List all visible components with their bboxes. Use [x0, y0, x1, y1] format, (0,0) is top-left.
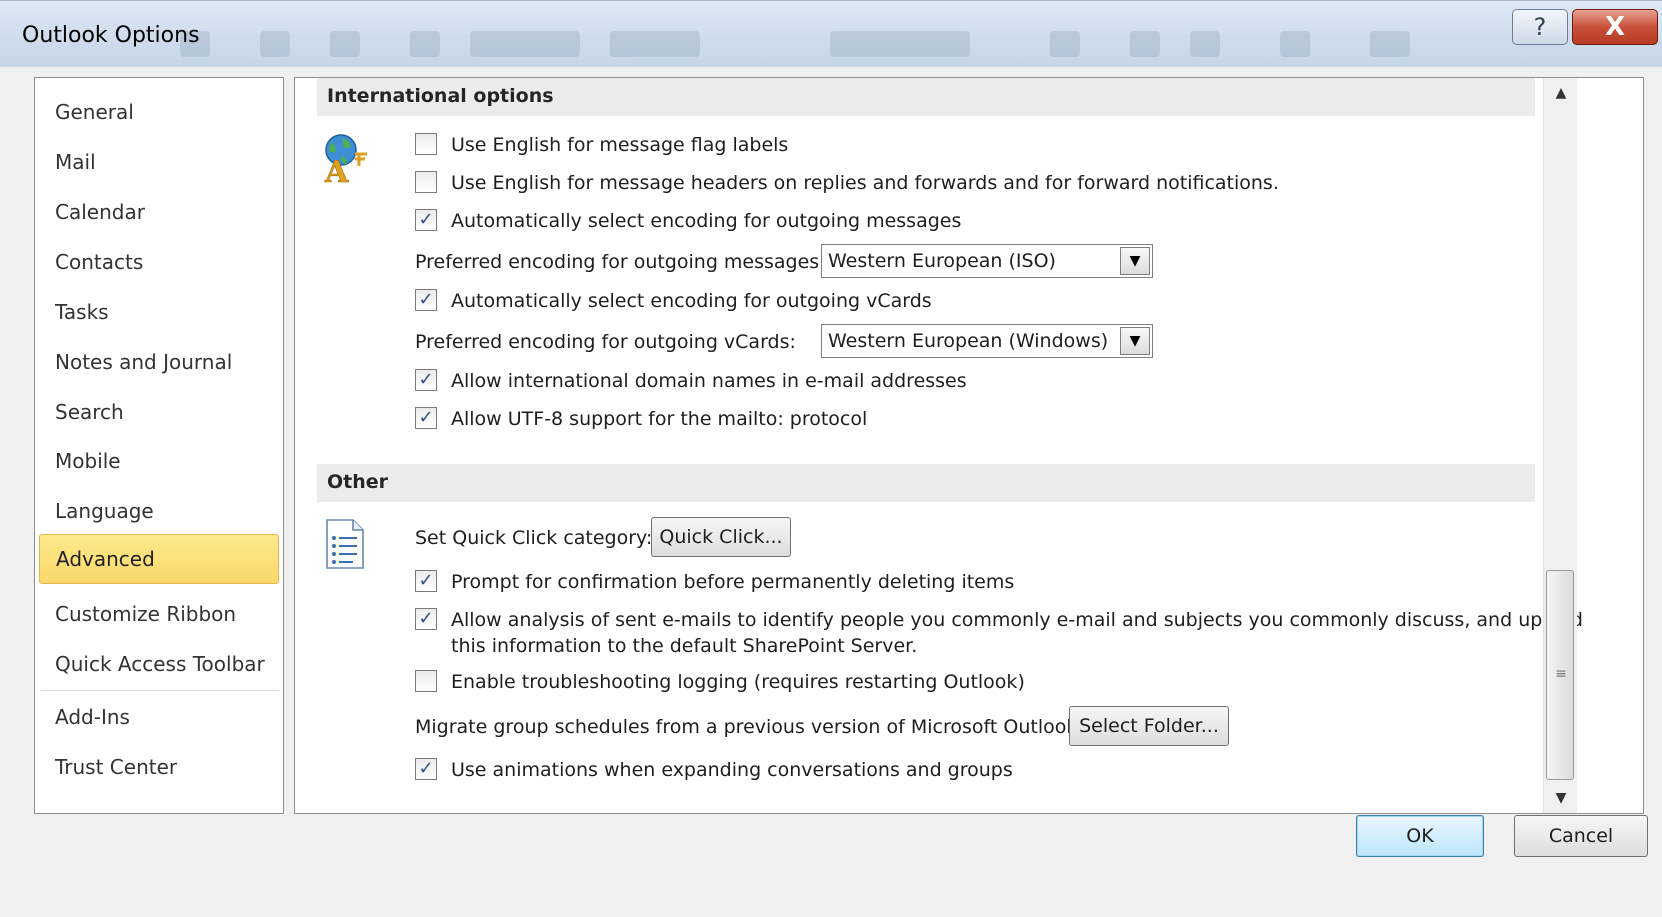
cancel-button[interactable]: Cancel — [1514, 815, 1648, 857]
checkbox-utf8-mailto[interactable]: ✓ — [415, 407, 437, 429]
window-title: Outlook Options — [22, 23, 200, 48]
label-preferred-encoding-vcards: Preferred encoding for outgoing vCards: — [415, 331, 796, 353]
nav-item-mail[interactable]: Mail — [39, 138, 279, 186]
select-value-encoding-vcards: Western European (Windows) — [828, 330, 1109, 352]
nav-item-customize-ribbon[interactable]: Customize Ribbon — [39, 590, 279, 638]
checkbox-sent-email-analysis[interactable]: ✓ — [415, 608, 437, 630]
select-preferred-encoding-vcards[interactable]: Western European (Windows) ▼ — [821, 324, 1153, 358]
dialog-client-area: General Mail Calendar Contacts Tasks Not… — [14, 67, 1662, 917]
nav-item-quick-access-toolbar[interactable]: Quick Access Toolbar — [39, 640, 279, 688]
nav-item-contacts[interactable]: Contacts — [39, 238, 279, 286]
scroll-up-icon[interactable]: ▲ — [1544, 78, 1578, 108]
select-preferred-encoding-messages[interactable]: Western European (ISO) ▼ — [821, 244, 1153, 278]
label-idn-addresses: Allow international domain names in e-ma… — [451, 370, 967, 392]
section-header-international: International options — [317, 78, 1535, 116]
checkbox-auto-encoding-messages[interactable]: ✓ — [415, 209, 437, 231]
nav-item-general[interactable]: General — [39, 88, 279, 136]
label-migrate-schedules: Migrate group schedules from a previous … — [415, 716, 1084, 738]
checkbox-idn-addresses[interactable]: ✓ — [415, 369, 437, 391]
checkbox-confirm-delete[interactable]: ✓ — [415, 570, 437, 592]
checkbox-english-flag-labels[interactable] — [415, 133, 437, 155]
checkbox-english-headers[interactable] — [415, 171, 437, 193]
nav-item-advanced[interactable]: Advanced — [39, 534, 279, 584]
ok-button[interactable]: OK — [1356, 815, 1484, 857]
globe-letter-icon: A — [324, 134, 367, 186]
option-quick-click: Set Quick Click category: Quick Click... — [415, 517, 915, 557]
nav-item-language[interactable]: Language — [39, 487, 279, 535]
nav-divider — [41, 690, 279, 691]
checkbox-troubleshooting[interactable] — [415, 670, 437, 692]
nav-item-calendar[interactable]: Calendar — [39, 188, 279, 236]
scroll-thumb[interactable]: ≡ — [1546, 570, 1574, 780]
nav-item-tasks[interactable]: Tasks — [39, 288, 279, 336]
dropdown-arrow-icon[interactable]: ▼ — [1120, 247, 1150, 275]
dropdown-arrow-icon[interactable]: ▼ — [1120, 327, 1150, 355]
label-utf8-mailto: Allow UTF-8 support for the mailto: prot… — [451, 408, 868, 430]
section-header-other: Other — [317, 464, 1535, 502]
grip-icon: ≡ — [1555, 666, 1567, 682]
advanced-settings-panel: International options A Use English for … — [294, 77, 1644, 814]
select-folder-button[interactable]: Select Folder... — [1069, 706, 1229, 746]
nav-item-trust-center[interactable]: Trust Center — [39, 743, 279, 791]
label-auto-encoding-vcards: Automatically select encoding for outgoi… — [451, 290, 932, 312]
outlook-options-dialog: Outlook Options ? X General Mail Calenda… — [0, 0, 1662, 917]
checkbox-auto-encoding-vcards[interactable]: ✓ — [415, 289, 437, 311]
title-bar[interactable]: Outlook Options ? X — [0, 1, 1662, 67]
checkbox-animations[interactable]: ✓ — [415, 758, 437, 780]
background-ribbon-ghost — [180, 27, 1580, 61]
label-confirm-delete: Prompt for confirmation before permanent… — [451, 571, 1015, 593]
select-value-encoding-messages: Western European (ISO) — [828, 250, 1056, 272]
list-document-icon — [326, 519, 364, 569]
option-migrate-schedules: Migrate group schedules from a previous … — [415, 706, 1255, 746]
svg-text:A: A — [324, 155, 349, 186]
nav-item-add-ins[interactable]: Add-Ins — [39, 693, 279, 741]
label-quick-click: Set Quick Click category: — [415, 527, 653, 549]
label-english-headers: Use English for message headers on repli… — [451, 172, 1279, 194]
label-sent-email-analysis-line2: this information to the default SharePoi… — [451, 635, 918, 657]
option-preferred-encoding-messages: Preferred encoding for outgoing messages… — [415, 244, 1175, 278]
quick-click-button[interactable]: Quick Click... — [651, 517, 791, 557]
nav-item-mobile[interactable]: Mobile — [39, 437, 279, 485]
scroll-down-icon[interactable]: ▼ — [1544, 783, 1578, 813]
options-navigation: General Mail Calendar Contacts Tasks Not… — [34, 77, 284, 814]
nav-item-search[interactable]: Search — [39, 388, 279, 436]
nav-item-notes-and-journal[interactable]: Notes and Journal — [39, 338, 279, 386]
close-button[interactable]: X — [1572, 9, 1658, 45]
label-auto-encoding-messages: Automatically select encoding for outgoi… — [451, 210, 962, 232]
help-button[interactable]: ? — [1512, 9, 1568, 45]
vertical-scrollbar[interactable]: ▲ ≡ ▼ — [1543, 78, 1577, 813]
label-animations: Use animations when expanding conversati… — [451, 759, 1013, 781]
label-english-flag-labels: Use English for message flag labels — [451, 134, 789, 156]
option-preferred-encoding-vcards: Preferred encoding for outgoing vCards: … — [415, 324, 1175, 358]
label-troubleshooting: Enable troubleshooting logging (requires… — [451, 671, 1025, 693]
label-preferred-encoding-messages: Preferred encoding for outgoing messages… — [415, 251, 826, 273]
